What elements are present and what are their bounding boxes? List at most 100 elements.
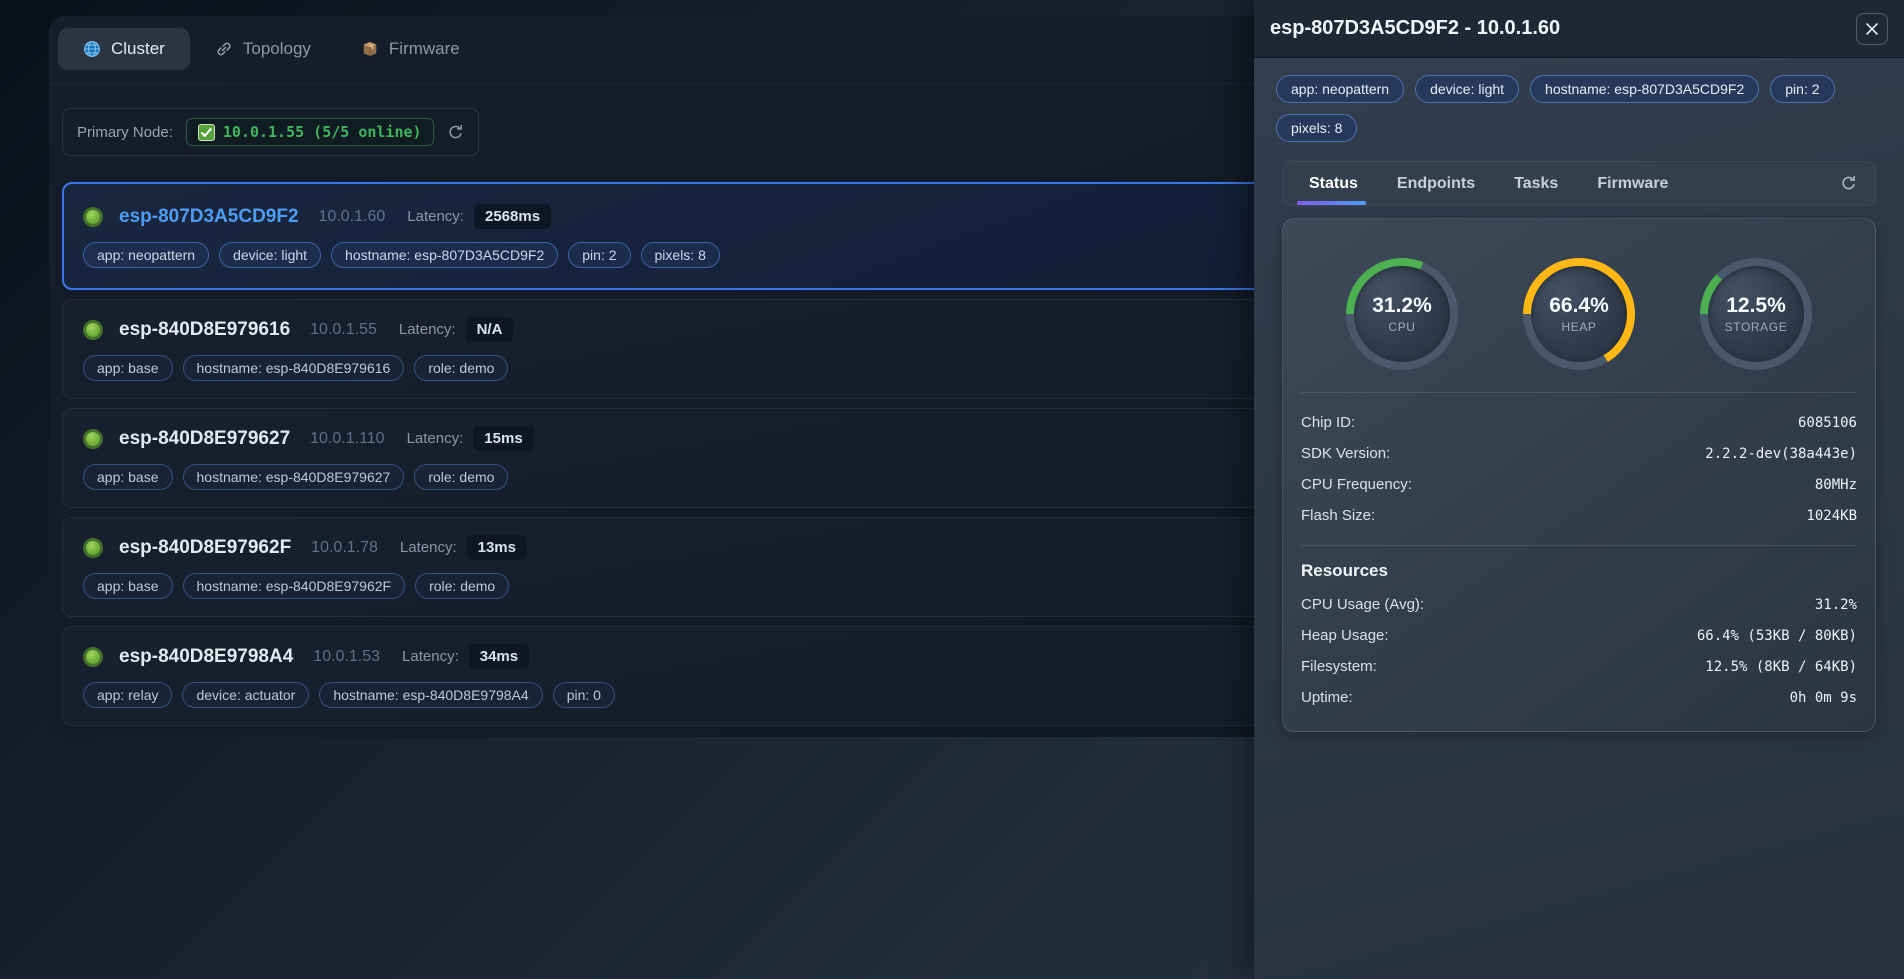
gauge-value: 12.5%: [1726, 294, 1786, 318]
latency-badge: N/A: [466, 317, 514, 342]
gauge-label: CPU: [1388, 320, 1415, 334]
latency-label: Latency:: [407, 208, 464, 225]
tab-label: Cluster: [111, 39, 165, 59]
panel-tab-status[interactable]: Status: [1309, 162, 1358, 205]
node-tag: hostname: esp-840D8E9798A4: [319, 682, 542, 708]
gauge-storage: 12.5% STORAGE: [1700, 258, 1812, 370]
info-label: Heap Usage:: [1301, 627, 1389, 644]
node-tag: pixels: 8: [641, 242, 720, 268]
info-row: Heap Usage: 66.4% (53KB / 80KB): [1301, 620, 1857, 651]
info-row: Filesystem: 12.5% (8KB / 64KB): [1301, 651, 1857, 682]
globe-icon: [83, 40, 101, 58]
panel-tags: app: neopatterndevice: lighthostname: es…: [1254, 58, 1904, 142]
status-card: 31.2% CPU 66.4% HEAP 12.5% STORAGE Chip ID:60…: [1282, 218, 1876, 732]
node-ip: 10.0.1.110: [310, 430, 384, 448]
info-row: Chip ID:6085106: [1301, 407, 1857, 438]
panel-tab-tasks[interactable]: Tasks: [1514, 162, 1558, 205]
panel-tag: pixels: 8: [1276, 114, 1357, 142]
info-value: 66.4% (53KB / 80KB): [1697, 628, 1857, 644]
panel-tag: device: light: [1415, 75, 1519, 103]
info-value: 0h 0m 9s: [1790, 690, 1857, 706]
primary-node-status-text: 10.0.1.55 (5/5 online): [223, 123, 422, 141]
node-tag: app: neopattern: [83, 242, 209, 268]
info-row: CPU Usage (Avg):31.2%: [1301, 589, 1857, 620]
status-dot-icon: [83, 320, 103, 340]
info-row: CPU Frequency:80MHz: [1301, 469, 1857, 500]
node-name: esp-840D8E97962F: [119, 537, 291, 559]
panel-tag: app: neopattern: [1276, 75, 1404, 103]
node-tag: app: base: [83, 573, 173, 599]
info-value: 31.2%: [1815, 597, 1857, 613]
primary-node-box: Primary Node: 10.0.1.55 (5/5 online): [62, 108, 479, 156]
node-name: esp-840D8E979627: [119, 428, 290, 450]
node-tag: pin: 2: [568, 242, 630, 268]
panel-tab-endpoints[interactable]: Endpoints: [1397, 162, 1475, 205]
node-ip: 10.0.1.78: [311, 539, 378, 557]
latency-label: Latency:: [399, 321, 456, 338]
node-tag: hostname: esp-840D8E979627: [183, 464, 405, 490]
info-value: 2.2.2-dev(38a443e): [1705, 446, 1857, 462]
resources: CPU Usage (Avg):31.2% Heap Usage: 66.4% (5…: [1301, 589, 1857, 713]
info-value: 12.5% (8KB / 64KB): [1705, 659, 1857, 675]
node-name: esp-807D3A5CD9F2: [119, 206, 299, 228]
node-tag: role: demo: [414, 355, 508, 381]
node-ip: 10.0.1.55: [310, 321, 377, 339]
panel-tabbar: Status Endpoints Tasks Firmware: [1282, 161, 1876, 206]
latency-label: Latency:: [402, 648, 459, 665]
node-tag: pin: 0: [553, 682, 615, 708]
node-detail-panel: esp-807D3A5CD9F2 - 10.0.1.60 app: neopat…: [1254, 0, 1904, 979]
refresh-status-button[interactable]: [1840, 162, 1857, 205]
tab-label: Topology: [243, 39, 311, 59]
gauges: 31.2% CPU 66.4% HEAP 12.5% STORAGE: [1301, 258, 1857, 370]
gauge-cpu: 31.2% CPU: [1346, 258, 1458, 370]
node-tag: role: demo: [414, 464, 508, 490]
info-label: Uptime:: [1301, 689, 1353, 706]
gauge-value: 66.4%: [1549, 294, 1609, 318]
node-ip: 10.0.1.53: [313, 648, 380, 666]
node-name: esp-840D8E979616: [119, 319, 290, 341]
node-tag: role: demo: [415, 573, 509, 599]
gauge-label: STORAGE: [1725, 320, 1788, 334]
tab-cluster[interactable]: Cluster: [58, 28, 190, 70]
gauge-inner: 66.4% HEAP: [1531, 266, 1627, 362]
primary-node-label: Primary Node:: [77, 124, 173, 141]
tab-topology[interactable]: Topology: [190, 28, 336, 70]
gauge-value: 31.2%: [1372, 294, 1432, 318]
close-panel-button[interactable]: [1856, 13, 1888, 45]
latency-badge: 15ms: [473, 426, 533, 451]
node-tag: hostname: esp-840D8E979616: [183, 355, 405, 381]
gauge-label: HEAP: [1561, 320, 1596, 334]
info-value: 1024KB: [1806, 508, 1857, 524]
node-tag: hostname: esp-807D3A5CD9F2: [331, 242, 558, 268]
panel-header: esp-807D3A5CD9F2 - 10.0.1.60: [1254, 0, 1904, 58]
info-row: Flash Size: 1024KB: [1301, 500, 1857, 531]
status-dot-icon: [83, 207, 103, 227]
gauge-heap: 66.4% HEAP: [1523, 258, 1635, 370]
gauge-inner: 12.5% STORAGE: [1708, 266, 1804, 362]
package-icon: [361, 40, 379, 58]
refresh-icon: [447, 124, 464, 141]
node-tag: app: relay: [83, 682, 172, 708]
divider: [1301, 392, 1857, 393]
node-tag: device: light: [219, 242, 321, 268]
info-label: Filesystem:: [1301, 658, 1377, 675]
latency-badge: 13ms: [467, 535, 527, 560]
primary-node-status-badge: 10.0.1.55 (5/5 online): [186, 118, 434, 146]
refresh-icon: [1840, 175, 1857, 192]
node-tag: app: base: [83, 464, 173, 490]
panel-tab-firmware[interactable]: Firmware: [1597, 162, 1668, 205]
divider: [1301, 545, 1857, 546]
node-name: esp-840D8E9798A4: [119, 646, 293, 668]
info-row: SDK Version:2.2.2-dev(38a443e): [1301, 438, 1857, 469]
gauge-inner: 31.2% CPU: [1354, 266, 1450, 362]
tab-firmware[interactable]: Firmware: [336, 28, 485, 70]
latency-label: Latency:: [407, 430, 464, 447]
panel-title: esp-807D3A5CD9F2 - 10.0.1.60: [1270, 17, 1560, 40]
latency-badge: 34ms: [469, 644, 529, 669]
info-label: Flash Size:: [1301, 507, 1375, 524]
node-tag: hostname: esp-840D8E97962F: [183, 573, 406, 599]
chip-info: Chip ID:6085106SDK Version:2.2.2-dev(38a…: [1301, 407, 1857, 531]
status-dot-icon: [83, 538, 103, 558]
panel-tag: pin: 2: [1770, 75, 1834, 103]
refresh-cluster-button[interactable]: [447, 124, 464, 141]
